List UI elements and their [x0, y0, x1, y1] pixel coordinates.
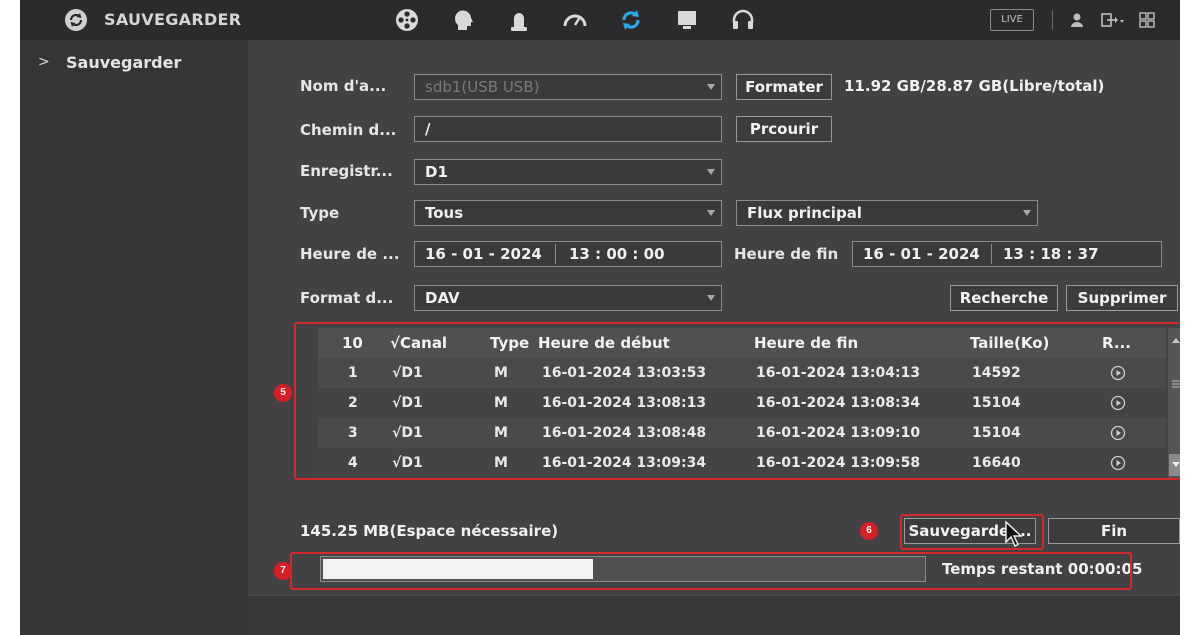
search-button[interactable]: Recherche	[950, 285, 1058, 311]
start-datetime-input[interactable]: 16 - 01 - 2024 13 : 00 : 00	[414, 241, 722, 267]
annotation-badge-progress: 7	[274, 562, 292, 580]
sidebar: > Sauvegarder	[20, 40, 248, 635]
start-time[interactable]: 13 : 00 : 00	[569, 242, 665, 266]
recorder-value: D1	[425, 163, 448, 181]
file-format-value: DAV	[425, 289, 460, 307]
start-date[interactable]: 16 - 01 - 2024	[425, 245, 542, 263]
sidebar-item-label: Sauvegarder	[66, 53, 182, 72]
browse-button[interactable]: Prcourir	[736, 116, 832, 142]
end-datetime-input[interactable]: 16 - 01 - 2024 13 : 18 : 37	[852, 241, 1162, 267]
chevron-right-icon: >	[38, 54, 50, 70]
user-icon[interactable]	[1068, 11, 1086, 29]
recorder-select[interactable]: D1	[414, 159, 722, 185]
path-input[interactable]: /	[414, 116, 722, 142]
field-divider	[555, 244, 556, 264]
start-time-label: Heure de ...	[300, 245, 400, 263]
annotation-badge-table: 5	[274, 384, 292, 402]
sidebar-item-sauvegarder[interactable]: > Sauvegarder	[20, 50, 248, 78]
annotation-box-progress	[290, 552, 1132, 590]
path-label: Chemin d...	[300, 121, 397, 139]
device-value: sdb1(USB USB)	[425, 78, 540, 96]
bottom-strip	[248, 595, 1180, 635]
end-time[interactable]: 13 : 18 : 37	[1003, 242, 1099, 266]
stream-select[interactable]: Flux principal	[736, 200, 1038, 226]
recorder-label: Enregistr...	[300, 162, 393, 180]
monitor-icon[interactable]	[672, 5, 702, 35]
mouse-cursor-icon	[1005, 520, 1023, 547]
top-bar: SAUVEGARDER LIVE	[20, 0, 1180, 40]
annotation-badge-backup: 6	[860, 522, 878, 540]
type-value: Tous	[425, 204, 464, 222]
bell-icon[interactable]	[504, 5, 534, 35]
type-select[interactable]: Tous	[414, 200, 722, 226]
backup-refresh-icon	[65, 9, 87, 31]
stream-value: Flux principal	[747, 204, 862, 222]
backup-refresh-icon[interactable]	[616, 5, 646, 35]
chevron-down-icon	[1023, 210, 1031, 216]
storage-info: 11.92 GB/28.87 GB(Libre/total)	[844, 77, 1105, 95]
head-icon[interactable]	[448, 5, 478, 35]
gauge-icon[interactable]	[560, 5, 590, 35]
space-needed: 145.25 MB(Espace nécessaire)	[300, 522, 559, 540]
file-format-label: Format d...	[300, 289, 394, 307]
type-label: Type	[300, 204, 340, 222]
end-button[interactable]: Fin	[1048, 518, 1180, 544]
app-title: SAUVEGARDER	[104, 10, 242, 29]
logout-icon[interactable]	[1100, 11, 1126, 29]
chevron-down-icon	[707, 84, 715, 90]
headset-icon[interactable]	[728, 5, 758, 35]
chevron-down-icon	[707, 210, 715, 216]
live-button[interactable]: LIVE	[990, 9, 1034, 31]
end-date[interactable]: 16 - 01 - 2024	[863, 245, 980, 263]
dvr-screen: SAUVEGARDER LIVE > Sauvegarder Nom d'a..…	[20, 0, 1180, 635]
topbar-divider	[1052, 10, 1053, 30]
grid-icon[interactable]	[1138, 11, 1156, 29]
format-button[interactable]: Formater	[736, 74, 832, 100]
chevron-down-icon	[707, 295, 715, 301]
end-time-label: Heure de fin	[734, 245, 839, 263]
delete-button[interactable]: Supprimer	[1066, 285, 1178, 311]
field-divider	[991, 244, 992, 264]
chevron-down-icon	[707, 169, 715, 175]
device-label: Nom d'a...	[300, 77, 387, 95]
annotation-box-table	[294, 322, 1180, 480]
file-format-select[interactable]: DAV	[414, 285, 722, 311]
film-reel-icon[interactable]	[392, 5, 422, 35]
device-select[interactable]: sdb1(USB USB)	[414, 74, 722, 100]
